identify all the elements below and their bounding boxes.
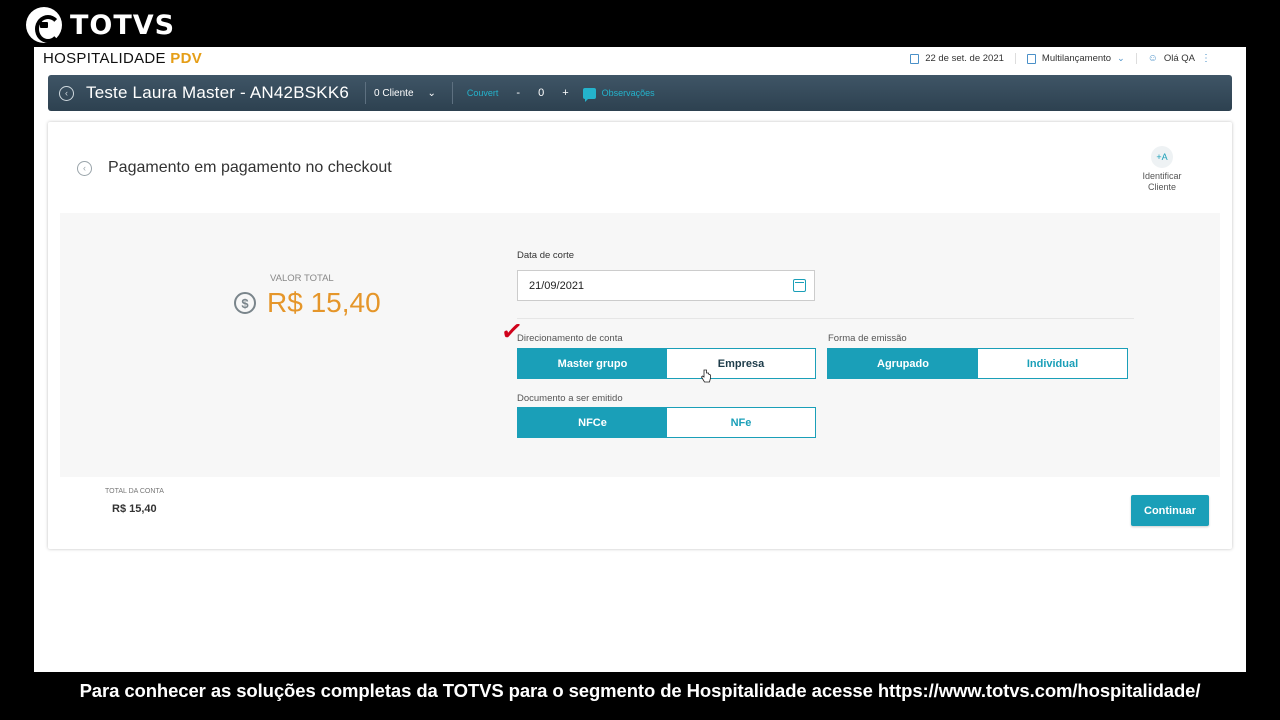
card-header: ‹ Pagamento em pagamento no checkout <box>77 159 392 177</box>
emission-individual-button[interactable]: Individual <box>978 349 1127 378</box>
emission-toggle: Agrupado Individual <box>827 348 1128 379</box>
total-amount: R$ 15,40 <box>267 287 381 318</box>
couvert-stepper: - 0 + <box>516 87 568 99</box>
mode-text: Multilançamento <box>1041 53 1112 64</box>
cut-date-input[interactable]: 21/09/2021 <box>517 270 815 301</box>
divider <box>517 318 1134 319</box>
brand: HOSPITALIDADE PDV <box>43 50 202 67</box>
total-value-group: $ R$ 15,40 <box>234 287 381 319</box>
table-title: Teste Laura Master - AN42BSKK6 <box>86 83 350 102</box>
direction-company-button[interactable]: Empresa <box>667 349 815 378</box>
total-label: VALOR TOTAL <box>270 273 334 284</box>
account-total-label: TOTAL DA CONTA <box>105 488 164 495</box>
table-header-bar: ‹ Teste Laura Master - AN42BSKK6 0 Clien… <box>48 75 1232 111</box>
totvs-logo: TOTVS <box>26 6 175 44</box>
couvert-minus-button[interactable]: - <box>516 87 520 99</box>
couvert-count: 0 <box>538 87 545 99</box>
date-text: 22 de set. de 2021 <box>925 53 1004 64</box>
totvs-logo-text: TOTVS <box>70 9 176 41</box>
direction-master-group-button[interactable]: Master grupo <box>518 349 667 378</box>
video-caption: Para conhecer as soluções completas da T… <box>79 680 1201 701</box>
user-name: Olá QA <box>1163 53 1195 64</box>
continue-button[interactable]: Continuar <box>1131 495 1209 526</box>
chat-icon <box>582 87 596 102</box>
dollar-icon: $ <box>234 292 256 314</box>
building-icon <box>1026 53 1036 64</box>
add-user-icon: +A <box>1151 146 1173 168</box>
client-select-value: 0 Cliente <box>374 87 414 99</box>
payment-panel: VALOR TOTAL $ R$ 15,40 Data de corte 21/… <box>60 213 1220 477</box>
divider <box>365 82 367 104</box>
client-select[interactable]: 0 Cliente ⌄ <box>374 88 436 99</box>
identify-client-label-2: Cliente <box>1147 182 1176 192</box>
top-right-menu: 22 de set. de 2021 Multilançamento ⌄ ☺ O… <box>899 53 1222 64</box>
calendar-icon <box>910 53 920 64</box>
identify-client-button[interactable]: +A Identificar Cliente <box>1132 146 1192 193</box>
couvert-label: Couvert <box>466 88 499 98</box>
payment-card: ‹ Pagamento em pagamento no checkout +A … <box>48 122 1232 549</box>
document-nfe-button[interactable]: NFe <box>667 408 815 437</box>
hand-cursor-icon <box>701 369 711 383</box>
cut-date-value: 21/09/2021 <box>529 279 585 292</box>
identify-client-label-1: Identificar <box>1142 171 1182 181</box>
direction-label: Direcionamento de conta <box>517 333 623 344</box>
direction-toggle: Master grupo Empresa <box>517 348 816 379</box>
cut-date-label: Data de corte <box>517 250 575 261</box>
date-indicator: 22 de set. de 2021 <box>899 53 1015 64</box>
app-screen: HOSPITALIDADE PDV 22 de set. de 2021 Mul… <box>34 47 1246 672</box>
totvs-logo-icon <box>26 7 62 43</box>
chevron-down-icon: ⌄ <box>1117 53 1125 63</box>
account-total-value: R$ 15,40 <box>112 503 157 515</box>
video-frame: TOTVS HOSPITALIDADE PDV 22 de set. de 20… <box>0 0 1280 720</box>
chevron-down-icon: ⌄ <box>427 87 436 99</box>
couvert-plus-button[interactable]: + <box>562 87 568 99</box>
observations-button[interactable]: Observações <box>582 87 655 102</box>
document-nfce-button[interactable]: NFCe <box>518 408 667 437</box>
page-title: Pagamento em pagamento no checkout <box>108 159 392 176</box>
brand-main: HOSPITALIDADE <box>43 50 166 67</box>
back-icon[interactable]: ‹ <box>59 85 74 101</box>
observations-label: Observações <box>601 88 655 98</box>
user-icon: ☺ <box>1147 53 1158 64</box>
back-icon[interactable]: ‹ <box>77 160 92 176</box>
brand-accent: PDV <box>170 50 203 67</box>
emission-label: Forma de emissão <box>828 333 907 344</box>
more-vertical-icon[interactable]: ⋮ <box>1201 53 1211 64</box>
document-toggle: NFCe NFe <box>517 407 816 438</box>
top-bar: HOSPITALIDADE PDV 22 de set. de 2021 Mul… <box>34 47 1246 75</box>
user-menu[interactable]: ☺ Olá QA ⋮ <box>1135 53 1222 64</box>
divider <box>451 82 453 104</box>
calendar-icon[interactable] <box>793 279 806 292</box>
document-label: Documento a ser emitido <box>517 393 623 404</box>
emission-grouped-button[interactable]: Agrupado <box>828 349 978 378</box>
mode-selector[interactable]: Multilançamento ⌄ <box>1014 53 1136 64</box>
